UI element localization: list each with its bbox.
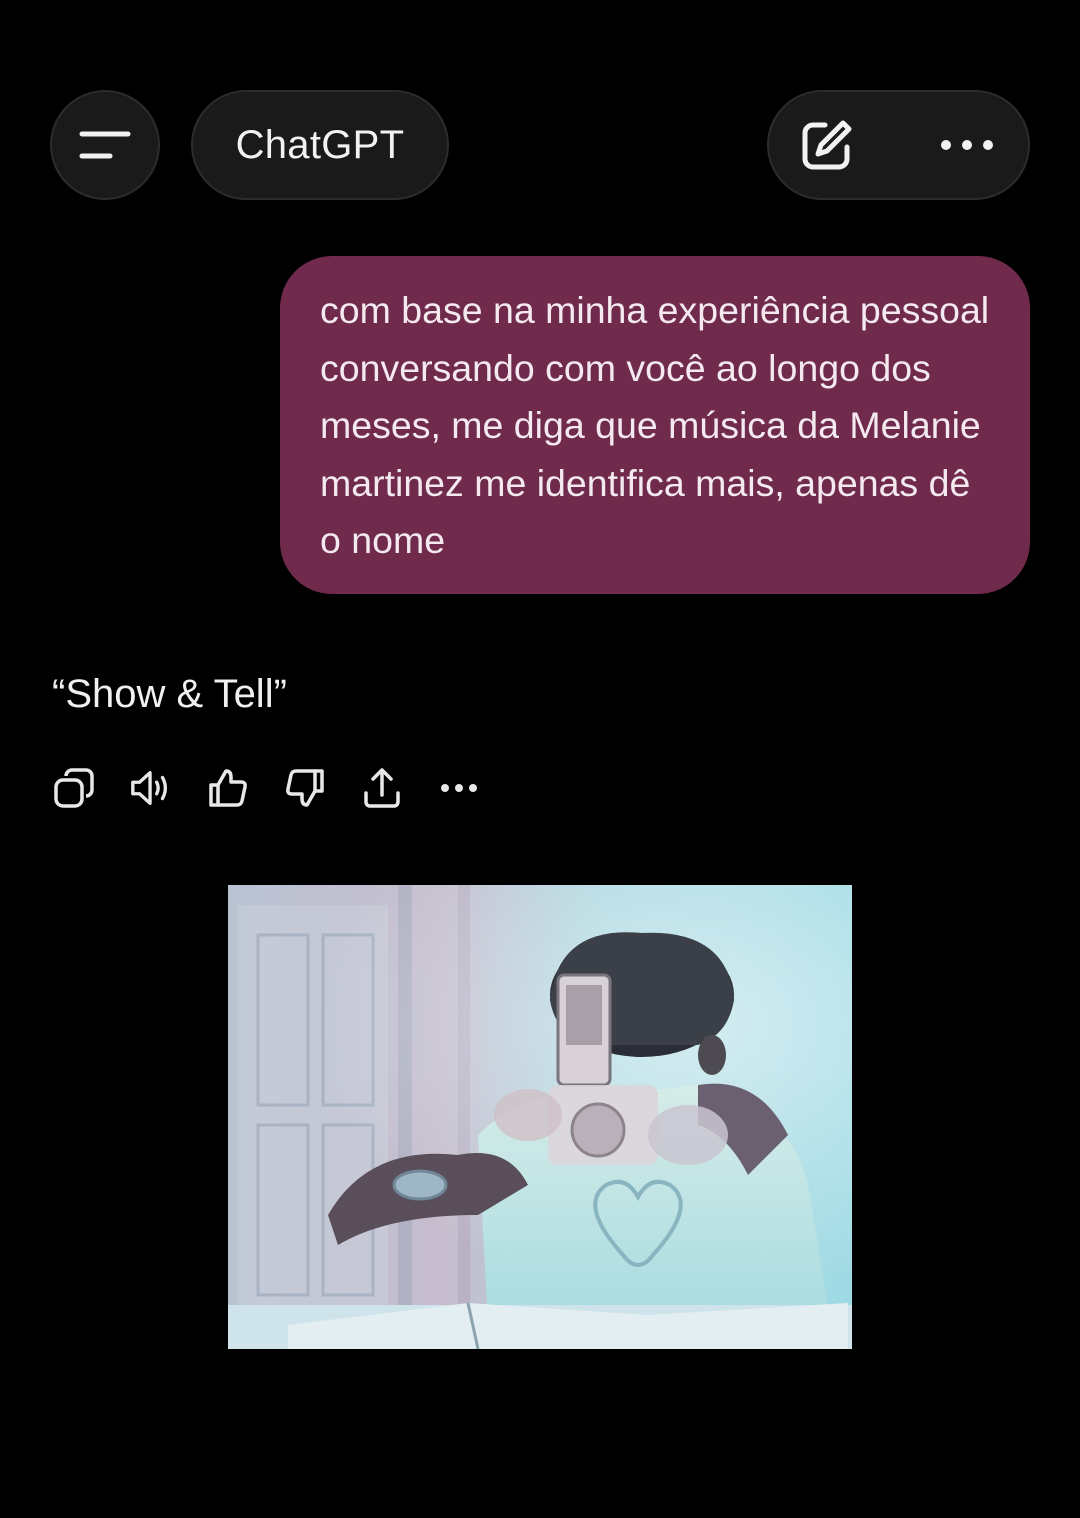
thumbs-up-button[interactable] xyxy=(206,766,250,810)
copy-button[interactable] xyxy=(52,766,96,810)
copy-icon xyxy=(54,768,94,808)
more-options-button[interactable] xyxy=(940,138,994,152)
read-aloud-button[interactable] xyxy=(129,766,173,810)
thumbs-down-icon xyxy=(286,769,324,807)
message-action-bar xyxy=(52,764,481,812)
menu-icon xyxy=(79,130,131,160)
embedded-video-frame xyxy=(228,885,852,1349)
more-actions-button[interactable] xyxy=(437,766,481,810)
edit-icon xyxy=(802,120,852,170)
more-horizontal-icon xyxy=(441,784,477,792)
model-selector[interactable]: ChatGPT xyxy=(191,90,449,200)
share-icon xyxy=(364,768,400,808)
user-message-bubble: com base na minha experiência pessoal co… xyxy=(280,256,1030,594)
speaker-icon xyxy=(131,771,168,805)
more-horizontal-icon xyxy=(941,140,993,150)
assistant-message: “Show & Tell” xyxy=(52,672,287,716)
thumbs-down-button[interactable] xyxy=(283,766,327,810)
header-actions xyxy=(767,90,1030,200)
menu-button[interactable] xyxy=(50,90,160,200)
new-chat-button[interactable] xyxy=(799,117,855,173)
user-message-text: com base na minha experiência pessoal co… xyxy=(320,289,990,561)
thumbs-up-icon xyxy=(209,769,247,807)
share-button[interactable] xyxy=(360,766,404,810)
app-title: ChatGPT xyxy=(235,122,405,167)
video-still-image xyxy=(228,885,852,1349)
